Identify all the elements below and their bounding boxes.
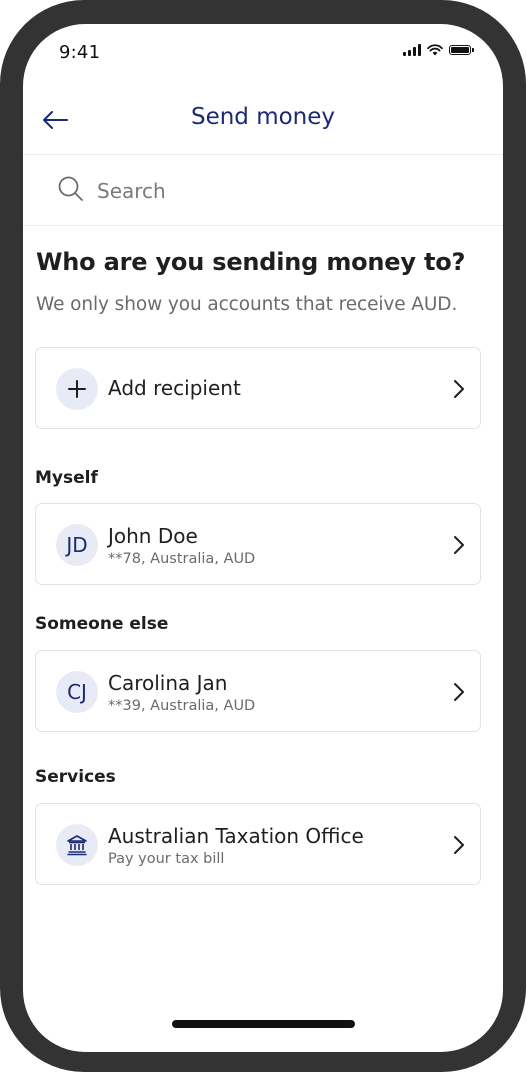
bank-icon: [67, 835, 87, 856]
page-heading: Who are you sending money to?: [36, 248, 466, 276]
add-recipient-label: Add recipient: [108, 376, 241, 400]
add-recipient-button[interactable]: Add recipient: [35, 347, 481, 429]
recipient-name: John Doe: [108, 524, 198, 548]
page-title: Send money: [190, 104, 336, 130]
recipient-details: **78, Australia, AUD: [108, 551, 256, 567]
recipient-details: Pay your tax bill: [108, 851, 225, 867]
recipient-details: **39, Australia, AUD: [108, 698, 256, 714]
plus-icon: [68, 380, 86, 398]
search-bar: [23, 155, 503, 226]
phone-frame: 9:41 Send money Search Who are you sendi…: [0, 0, 526, 1072]
status-time: 9:41: [59, 42, 101, 63]
recipient-card-carolina-jan[interactable]: CJ Carolina Jan **39, Australia, AUD: [35, 650, 481, 732]
recipient-name: Carolina Jan: [108, 671, 228, 695]
page-subtext: We only show you accounts that receive A…: [36, 294, 458, 315]
wifi-icon: [427, 44, 443, 56]
section-label-services: Services: [35, 767, 116, 787]
recipient-card-australian-taxation-office[interactable]: Australian Taxation Office Pay your tax …: [35, 803, 481, 885]
chevron-right-icon: [454, 683, 464, 701]
recipient-name: Australian Taxation Office: [108, 824, 364, 848]
search-icon: [58, 176, 83, 201]
section-label-myself: Myself: [35, 468, 98, 488]
plus-icon-container: [56, 368, 98, 410]
avatar: CJ: [56, 671, 98, 713]
status-icons: [403, 44, 474, 56]
avatar: JD: [56, 524, 98, 566]
chevron-right-icon: [454, 380, 464, 398]
search-input[interactable]: [95, 173, 459, 209]
battery-icon: [449, 45, 474, 55]
section-label-someone-else: Someone else: [35, 614, 169, 634]
home-indicator[interactable]: [172, 1020, 355, 1028]
chevron-right-icon: [454, 536, 464, 554]
chevron-right-icon: [454, 836, 464, 854]
bank-icon-container: [56, 824, 98, 866]
cellular-signal-icon: [403, 44, 421, 56]
header: Send money: [23, 84, 503, 155]
recipient-card-john-doe[interactable]: JD John Doe **78, Australia, AUD: [35, 503, 481, 585]
phone-screen: 9:41 Send money Search Who are you sendi…: [23, 24, 503, 1052]
